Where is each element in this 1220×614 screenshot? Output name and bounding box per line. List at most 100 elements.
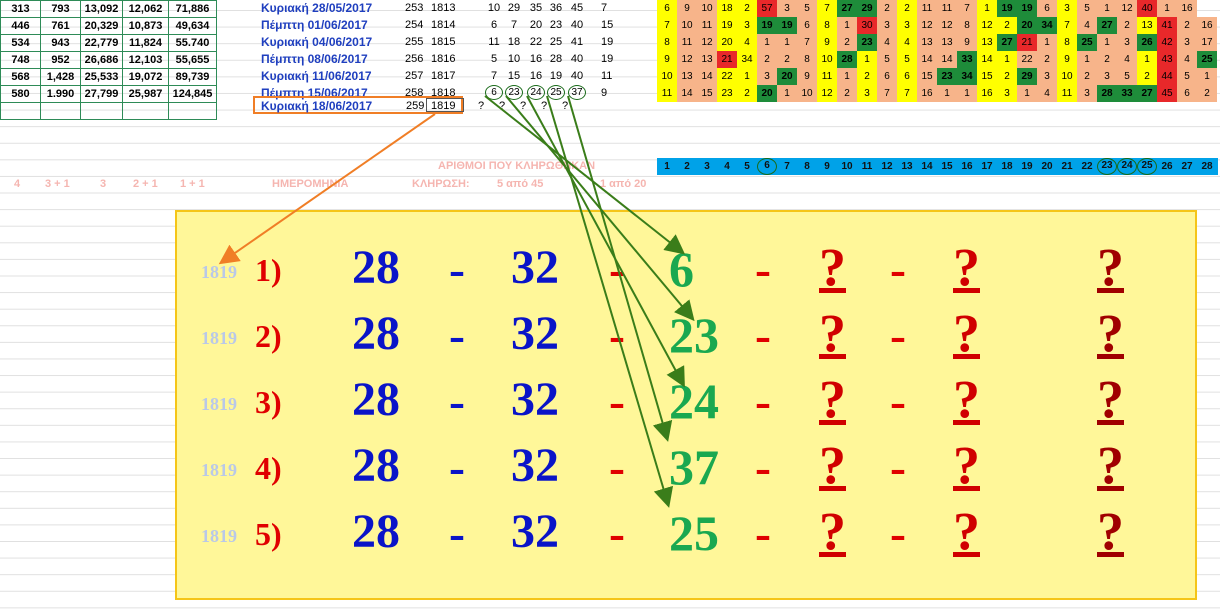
- grid-cell: 43: [1157, 51, 1177, 68]
- grid-cell: 10: [677, 17, 697, 34]
- grid-cell: 11: [817, 68, 837, 85]
- left-table-cell[interactable]: 1.990: [40, 85, 81, 103]
- left-table-cell[interactable]: 793: [40, 0, 81, 18]
- left-table-cell[interactable]: 55.740: [168, 34, 217, 52]
- col-label-4: 4: [14, 178, 21, 190]
- draw-seq: 257: [405, 70, 424, 82]
- grid-cell: 29: [1017, 68, 1037, 85]
- left-table-cell[interactable]: 26,686: [80, 51, 123, 69]
- header-number: 2: [684, 161, 690, 172]
- left-table-cell[interactable]: 71,886: [168, 0, 217, 18]
- next-draw-row[interactable]: Κυριακή 18/06/2017 259 1819: [253, 96, 464, 114]
- draw-extra: 19: [601, 36, 614, 48]
- grid-cell: 30: [857, 17, 877, 34]
- drawn-number: 28: [549, 53, 563, 65]
- left-table-cell[interactable]: 10,873: [122, 17, 169, 35]
- grid-cell: 25: [1077, 34, 1097, 51]
- grid-cell: 8: [1057, 34, 1077, 51]
- grid-cell: 5: [897, 51, 917, 68]
- left-table-cell[interactable]: [40, 102, 81, 120]
- grid-cell: 34: [1037, 17, 1057, 34]
- header-number: 23: [1097, 158, 1117, 175]
- grid-cell: 19: [1017, 0, 1037, 17]
- draw-date: Κυριακή 28/05/2017: [261, 1, 373, 15]
- grid-cell: 6: [877, 68, 897, 85]
- grid-cell: 42: [1157, 34, 1177, 51]
- drawn-number: 7: [490, 70, 498, 82]
- grid-cell: 20: [757, 85, 777, 102]
- left-table-cell[interactable]: 55,655: [168, 51, 217, 69]
- left-table-cell[interactable]: 49,634: [168, 17, 217, 35]
- col-label-1p1: 1 + 1: [180, 178, 205, 190]
- left-table-cell[interactable]: [0, 102, 41, 120]
- left-table-cell[interactable]: 580: [0, 85, 41, 103]
- grid-cell: 9: [817, 34, 837, 51]
- header-number: 3: [704, 161, 710, 172]
- left-table-cell[interactable]: 25,987: [122, 85, 169, 103]
- grid-cell: 26: [1137, 34, 1157, 51]
- left-table-cell[interactable]: [168, 102, 217, 120]
- left-table-cell[interactable]: 748: [0, 51, 41, 69]
- left-table-cell[interactable]: 20,329: [80, 17, 123, 35]
- grid-cell: 40: [1137, 0, 1157, 17]
- grid-cell: 14: [977, 51, 997, 68]
- grid-cell: 16: [977, 85, 997, 102]
- left-table-cell[interactable]: 22,779: [80, 34, 123, 52]
- next-draw-number[interactable]: 1819: [426, 98, 464, 112]
- grid-cell: 10: [797, 85, 817, 102]
- drawn-number: 11: [488, 36, 500, 48]
- draw-row: Κυριακή 04/06/2017 255 1815 11 18 22 25 41 19: [255, 34, 655, 51]
- grid-cell: 2: [997, 68, 1017, 85]
- grid-cell: 57: [757, 0, 777, 17]
- grid-cell: 3: [737, 17, 757, 34]
- line-index: 1819: [201, 262, 237, 282]
- prediction-line: 1819 5) 28 32 25- - - -???: [177, 486, 1195, 561]
- grid-cell: 10: [657, 68, 677, 85]
- grid-cell: 12: [1117, 0, 1137, 17]
- draw-label: ΚΛΗΡΩΣΗ:: [412, 178, 470, 190]
- left-table-cell[interactable]: 11,824: [122, 34, 169, 52]
- grid-cell: 14: [917, 51, 937, 68]
- next-draw-date: Κυριακή 18/06/2017: [261, 99, 373, 113]
- left-table-cell[interactable]: 124,845: [168, 85, 217, 103]
- left-table-cell[interactable]: 534: [0, 34, 41, 52]
- grid-cell: 27: [1097, 17, 1117, 34]
- header-number: 20: [1041, 161, 1053, 172]
- grid-cell: 16: [1177, 0, 1197, 17]
- grid-cell: 3: [777, 0, 797, 17]
- draw-number: 1815: [431, 36, 456, 48]
- left-table-cell[interactable]: 446: [0, 17, 41, 35]
- prediction-line: 1819 3) 28 32 24- - - -???: [177, 354, 1195, 429]
- fixed-number-1: 28: [352, 373, 400, 426]
- grid-cell: 10: [817, 51, 837, 68]
- header-number: 1: [664, 161, 670, 172]
- left-table-cell[interactable]: [122, 102, 169, 120]
- left-table-cell[interactable]: 761: [40, 17, 81, 35]
- grid-cell: 5: [1177, 68, 1197, 85]
- left-table-cell[interactable]: 27,799: [80, 85, 123, 103]
- left-table-cell[interactable]: 13,092: [80, 0, 123, 18]
- drawn-number: 23: [549, 19, 563, 31]
- left-table-cell[interactable]: 952: [40, 51, 81, 69]
- drawn-number: 23: [505, 85, 523, 100]
- left-table-cell[interactable]: [80, 102, 123, 120]
- draw-row: Κυριακή 28/05/2017 253 1813 10 29 35 36 45 7: [255, 0, 655, 17]
- grid-cell: 2: [997, 17, 1017, 34]
- grid-cell: 20: [1017, 17, 1037, 34]
- fixed-number-2: 32: [511, 307, 559, 360]
- left-table-cell[interactable]: 89,739: [168, 68, 217, 86]
- left-table-cell[interactable]: 313: [0, 0, 41, 18]
- left-table-cell[interactable]: 943: [40, 34, 81, 52]
- left-table-cell[interactable]: 12,103: [122, 51, 169, 69]
- line-index: 1819: [201, 394, 237, 414]
- drawn-number: 20: [529, 19, 543, 31]
- left-table-cell[interactable]: 12,062: [122, 0, 169, 18]
- left-table-cell[interactable]: 1,428: [40, 68, 81, 86]
- draw-extra: 19: [601, 53, 614, 65]
- grid-cell: 3: [897, 17, 917, 34]
- left-table-cell[interactable]: 25,533: [80, 68, 123, 86]
- left-table-cell[interactable]: 568: [0, 68, 41, 86]
- left-table-cell[interactable]: 19,072: [122, 68, 169, 86]
- grid-cell: 23: [857, 34, 877, 51]
- grid-cell: 28: [1097, 85, 1117, 102]
